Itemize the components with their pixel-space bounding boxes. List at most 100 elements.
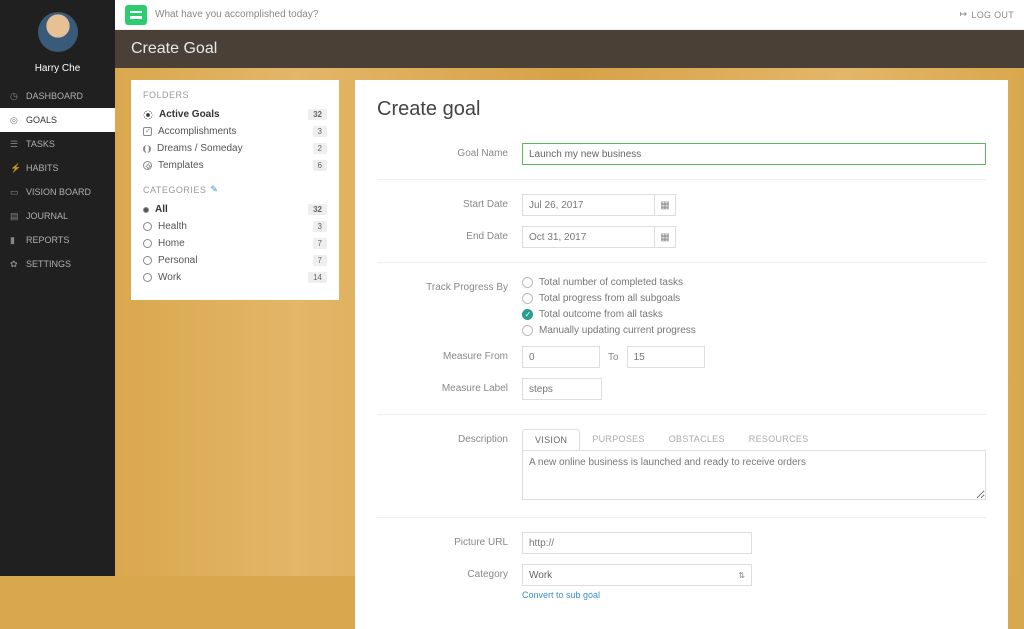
folder-templates[interactable]: ✧Templates 6 xyxy=(143,157,327,174)
list-icon: ☰ xyxy=(10,139,20,149)
track-option-subgoals[interactable]: Total progress from all subgoals xyxy=(522,293,986,304)
target-icon xyxy=(143,110,153,120)
folder-accomplishments[interactable]: Accomplishments 3 xyxy=(143,123,327,140)
folder-dreams[interactable]: Dreams / Someday 2 xyxy=(143,140,327,157)
end-date-picker-button[interactable]: ▦ xyxy=(654,226,676,248)
circle-icon xyxy=(143,273,152,282)
start-date-input[interactable] xyxy=(522,194,654,216)
folder-label: Active Goals xyxy=(159,109,220,120)
label-goal-name: Goal Name xyxy=(377,143,522,159)
topbar: What have you accomplished today? ↦LOG O… xyxy=(115,0,1024,30)
chevron-updown-icon: ⇅ xyxy=(738,571,745,580)
label-track-by: Track Progress By xyxy=(377,277,522,293)
prompt-text[interactable]: What have you accomplished today? xyxy=(155,9,318,20)
category-personal[interactable]: Personal 7 xyxy=(143,252,327,269)
category-work[interactable]: Work 14 xyxy=(143,269,327,286)
radio-icon xyxy=(522,325,533,336)
nav-label: HABITS xyxy=(26,163,59,173)
radio-checked-icon xyxy=(522,309,533,320)
nav-label: VISION BOARD xyxy=(26,187,91,197)
category-label: Personal xyxy=(158,255,197,266)
tab-purposes[interactable]: PURPOSES xyxy=(580,429,656,451)
logout-link[interactable]: ↦LOG OUT xyxy=(960,9,1014,20)
row-measure-from: Measure From To xyxy=(377,346,986,368)
radio-icon xyxy=(522,277,533,288)
category-all[interactable]: All 32 xyxy=(143,201,327,218)
edit-categories-icon[interactable]: ✎ xyxy=(210,184,218,195)
nav-journal[interactable]: ▤JOURNAL xyxy=(0,204,115,228)
tab-resources[interactable]: RESOURCES xyxy=(737,429,821,451)
track-option-outcome[interactable]: Total outcome from all tasks xyxy=(522,309,986,320)
form-title: Create goal xyxy=(377,98,986,121)
nav-dashboard[interactable]: ◷ DASHBOARD xyxy=(0,84,115,108)
folder-active-goals[interactable]: Active Goals 32 xyxy=(143,106,327,123)
picture-url-input[interactable] xyxy=(522,532,752,554)
folder-label: Accomplishments xyxy=(158,126,236,137)
burger-icon xyxy=(130,11,142,19)
row-picture-url: Picture URL xyxy=(377,532,986,554)
description-tabs: VISION PURPOSES OBSTACLES RESOURCES xyxy=(522,429,986,451)
tab-obstacles[interactable]: OBSTACLES xyxy=(657,429,737,451)
circle-icon xyxy=(143,239,152,248)
image-icon: ▭ xyxy=(10,187,20,197)
nav-label: SETTINGS xyxy=(26,259,71,269)
convert-to-subgoal-link[interactable]: Convert to sub goal xyxy=(522,590,600,600)
bolt-icon: ⚡ xyxy=(10,163,20,173)
category-health[interactable]: Health 3 xyxy=(143,218,327,235)
circle-icon xyxy=(143,222,152,231)
measure-label-input[interactable] xyxy=(522,378,602,400)
row-track-progress: Track Progress By Total number of comple… xyxy=(377,277,986,336)
nav-goals[interactable]: ◎GOALS xyxy=(0,108,115,132)
end-date-input[interactable] xyxy=(522,226,654,248)
circle-icon xyxy=(143,256,152,265)
tab-vision[interactable]: VISION xyxy=(522,429,580,451)
measure-to-input[interactable] xyxy=(627,346,705,368)
category-label: Home xyxy=(158,238,185,249)
target-icon: ◎ xyxy=(10,115,20,125)
measure-from-input[interactable] xyxy=(522,346,600,368)
username[interactable]: Harry Che xyxy=(0,63,115,74)
gauge-icon: ◷ xyxy=(10,91,20,101)
count-badge: 3 xyxy=(313,221,327,232)
track-option-manual[interactable]: Manually updating current progress xyxy=(522,325,986,336)
menu-toggle[interactable] xyxy=(125,5,147,25)
row-goal-name: Goal Name xyxy=(377,143,986,180)
count-badge: 2 xyxy=(313,143,327,154)
start-date-picker-button[interactable]: ▦ xyxy=(654,194,676,216)
folders-header: FOLDERS xyxy=(143,90,327,100)
row-end-date: End Date ▦ xyxy=(377,226,986,263)
nav-settings[interactable]: ✿ SETTINGS xyxy=(0,252,115,276)
label-start-date: Start Date xyxy=(377,194,522,210)
nav-label: JOURNAL xyxy=(26,211,68,221)
count-badge: 14 xyxy=(308,272,327,283)
label-end-date: End Date xyxy=(377,226,522,242)
nav-vision-board[interactable]: ▭ VISION BOARD xyxy=(0,180,115,204)
nav-habits[interactable]: ⚡ HABITS xyxy=(0,156,115,180)
radio-label: Total progress from all subgoals xyxy=(539,293,680,304)
label-measure-label: Measure Label xyxy=(377,378,522,394)
chart-icon: ▮ xyxy=(10,235,20,245)
row-measure-label: Measure Label xyxy=(377,378,986,415)
description-textarea[interactable] xyxy=(522,450,986,500)
nav-reports[interactable]: ▮REPORTS xyxy=(0,228,115,252)
nav-tasks[interactable]: ☰TASKS xyxy=(0,132,115,156)
check-icon xyxy=(143,127,152,136)
category-label: Work xyxy=(158,272,181,283)
category-home[interactable]: Home 7 xyxy=(143,235,327,252)
count-badge: 7 xyxy=(313,238,327,249)
avatar[interactable] xyxy=(38,12,78,52)
pause-icon xyxy=(143,145,151,153)
row-category: Category Work ⇅ Convert to sub goal xyxy=(377,564,986,601)
gear-icon: ✿ xyxy=(10,259,20,269)
row-description: Description VISION PURPOSES OBSTACLES RE… xyxy=(377,429,986,518)
calendar-icon: ▦ xyxy=(660,232,669,243)
dot-icon xyxy=(143,207,149,213)
label-category: Category xyxy=(377,564,522,580)
category-select[interactable]: Work ⇅ xyxy=(522,564,752,586)
logout-label: LOG OUT xyxy=(971,10,1014,20)
track-option-completed-tasks[interactable]: Total number of completed tasks xyxy=(522,277,986,288)
goal-name-input[interactable] xyxy=(522,143,986,165)
folder-label: Dreams / Someday xyxy=(157,143,243,154)
topbar-left: What have you accomplished today? xyxy=(125,5,318,25)
nav-label: DASHBOARD xyxy=(26,91,83,101)
